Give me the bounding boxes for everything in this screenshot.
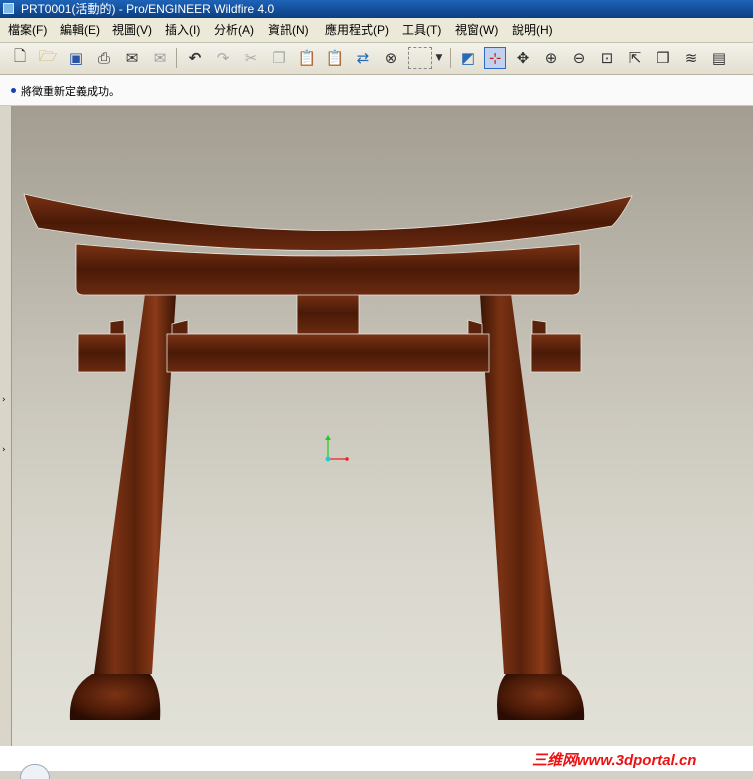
graphics-window[interactable] [12,106,753,746]
menu-help[interactable]: 說明(H) [512,22,553,38]
refit-icon[interactable]: ⊡ [596,47,618,69]
toolbar-separator [450,48,451,68]
menu-tools[interactable]: 工具(T) [402,22,441,38]
menu-analysis[interactable]: 分析(A) [214,22,254,38]
lower-crossbeam[interactable] [75,243,581,296]
new-file-icon[interactable]: 🗋 [9,47,31,69]
tie-beam-right[interactable] [530,333,582,373]
find-icon[interactable]: ⊗ [380,47,402,69]
mail-disabled-icon: ✉ [153,49,167,67]
menu-view[interactable]: 視圖(V) [112,22,152,38]
send-mail-icon[interactable]: ✉ [121,47,143,69]
top-lintel[interactable] [23,193,633,251]
title-bar: PRT0001(活動的) - Pro/ENGINEER Wildfire 4.0 [0,0,753,18]
csys-x-tip [345,457,349,461]
model-canvas[interactable] [12,106,753,746]
orient-mode-icon[interactable]: ✥ [512,47,534,69]
menu-edit[interactable]: 編輯(E) [60,22,100,38]
dropdown-icon[interactable]: ▼ [433,47,445,69]
paste-icon: 📋 [297,49,317,67]
repaint-icon[interactable]: ◩ [457,47,479,69]
cut-icon: ✂ [244,49,258,67]
right-pillar-base[interactable] [497,674,585,720]
window-title: PRT0001(活動的) - Pro/ENGINEER Wildfire 4.0 [21,2,275,16]
left-tie-wedge-inner[interactable] [171,319,189,335]
csys-origin [325,456,331,462]
view-manager-icon[interactable]: ▤ [708,47,730,69]
menu-window[interactable]: 視窗(W) [455,22,498,38]
regenerate-icon[interactable]: ⇄ [352,47,374,69]
watermark: 三维网www.3dportal.cn [532,752,697,769]
expand-arrow-icon[interactable]: › [2,446,9,455]
saved-views-icon[interactable]: ❒ [652,47,674,69]
left-tie-wedge[interactable] [109,319,125,335]
coordinate-system-triad [325,435,349,462]
right-tie-wedge-inner[interactable] [467,319,483,335]
tie-beam-left[interactable] [77,333,127,373]
message-bullet-icon [11,88,16,93]
redo-icon: ↷ [216,49,230,67]
print-icon[interactable]: ⎙ [93,47,115,69]
menu-bar: 檔案(F) 編輯(E) 視圖(V) 插入(I) 分析(A) 資訊(N) 應用程式… [0,18,753,43]
menu-info[interactable]: 資訊(N) [268,22,309,38]
expand-arrow-icon[interactable]: › [2,396,9,405]
navigator-sash[interactable]: › › [0,106,12,746]
save-icon[interactable]: ▣ [65,47,87,69]
message-text: 將徵重新定義成功。 [21,85,120,98]
paste-special-icon: 📋 [325,49,345,67]
app-icon [3,3,14,14]
center-strut[interactable] [296,291,360,335]
zoom-out-icon[interactable]: ⊖ [568,47,590,69]
layers-icon[interactable]: ≋ [680,47,702,69]
csys-y-arrow [325,435,331,440]
menu-applications[interactable]: 應用程式(P) [325,22,389,38]
toolbar-separator [176,48,177,68]
selection-box-icon[interactable] [408,47,432,69]
left-pillar-base[interactable] [69,674,161,720]
copy-icon: ❐ [272,49,286,67]
menu-insert[interactable]: 插入(I) [165,22,200,38]
main-toolbar: 🗋 🗁 ▣ ⎙ ✉ ✉ ↶ ↷ ✂ ❐ 📋 📋 ⇄ ⊗ ▼ ◩ ⊹ ✥ ⊕ ⊖ … [0,43,753,75]
reorient-icon[interactable]: ⇱ [624,47,646,69]
message-area: 將徵重新定義成功。 [0,75,753,106]
tie-beam-center[interactable] [166,333,490,373]
spin-center-icon[interactable]: ⊹ [484,47,506,69]
right-tie-wedge[interactable] [531,319,547,335]
bottom-bar: 三维网www.3dportal.cn [0,746,753,779]
status-knob-icon [20,764,50,779]
zoom-in-icon[interactable]: ⊕ [540,47,562,69]
open-folder-icon[interactable]: 🗁 [37,47,59,69]
menu-file[interactable]: 檔案(F) [8,22,47,38]
undo-icon[interactable]: ↶ [184,47,206,69]
